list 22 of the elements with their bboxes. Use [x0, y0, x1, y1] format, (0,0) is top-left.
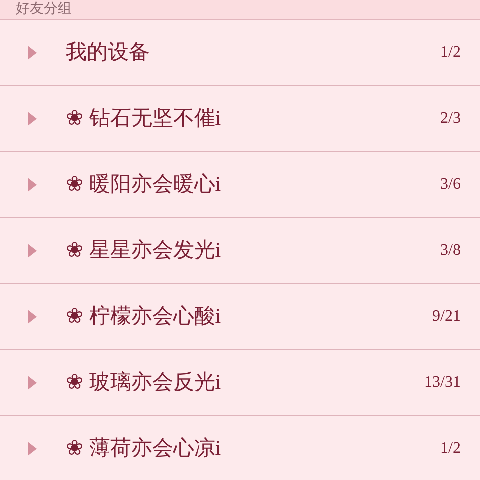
group-name: ❀ 玻璃亦会反光i: [66, 368, 222, 396]
expand-arrow-icon: [28, 442, 37, 456]
expand-arrow-icon: [28, 112, 37, 126]
group-name: ❀ 暖阳亦会暖心i: [66, 170, 222, 198]
expand-arrow-icon: [28, 310, 37, 324]
group-name: ❀ 薄荷亦会心凉i: [66, 434, 222, 462]
header-title: 好友分组: [16, 2, 72, 16]
online-count: 1/2: [440, 438, 461, 458]
online-count: 1/2: [440, 42, 461, 62]
group-name: ❀ 柠檬亦会心酸i: [66, 302, 222, 330]
expand-arrow-icon: [28, 244, 37, 258]
expand-arrow-icon: [28, 178, 37, 192]
online-count: 2/3: [440, 108, 461, 128]
group-name: ❀ 星星亦会发光i: [66, 236, 222, 264]
online-count: 3/8: [440, 240, 461, 260]
expand-arrow-icon: [28, 46, 37, 60]
online-count: 9/21: [432, 306, 461, 326]
group-name: ❀ 钻石无坚不催i: [66, 104, 222, 132]
online-count: 3/6: [440, 174, 461, 194]
group-name: 我的设备: [66, 38, 150, 66]
online-count: 13/31: [424, 372, 461, 392]
expand-arrow-icon: [28, 376, 37, 390]
